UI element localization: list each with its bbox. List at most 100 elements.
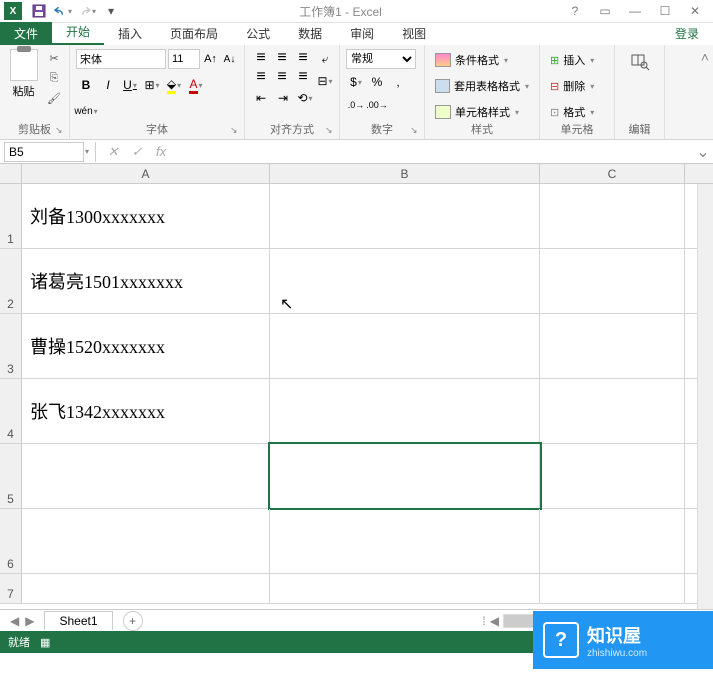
border-icon[interactable]: ⊞▾ bbox=[142, 75, 162, 95]
cell-a6[interactable] bbox=[22, 509, 270, 573]
cell-c5[interactable] bbox=[540, 444, 685, 508]
find-icon[interactable] bbox=[626, 49, 654, 73]
tab-formulas[interactable]: 公式 bbox=[232, 22, 284, 45]
hscroll-left-icon[interactable]: ◀ bbox=[490, 614, 499, 628]
font-name-select[interactable] bbox=[76, 49, 166, 69]
name-box-dropdown-icon[interactable]: ▾ bbox=[85, 147, 89, 156]
cancel-formula-icon[interactable]: ✕ bbox=[102, 142, 124, 162]
name-box[interactable]: B5 bbox=[4, 142, 84, 162]
row-header[interactable]: 4 bbox=[0, 379, 22, 443]
increase-decimal-icon[interactable]: .0→ bbox=[346, 95, 366, 115]
tab-data[interactable]: 数据 bbox=[284, 22, 336, 45]
cell-b5[interactable] bbox=[270, 444, 540, 508]
cell-b6[interactable] bbox=[270, 509, 540, 573]
cell-a2[interactable]: 诸葛亮1501xxxxxxx bbox=[22, 249, 270, 313]
cell-a7[interactable] bbox=[22, 574, 270, 603]
sheet-nav-prev-icon[interactable]: ◀ bbox=[10, 614, 19, 628]
cell-b3[interactable] bbox=[270, 314, 540, 378]
save-icon[interactable] bbox=[30, 2, 48, 20]
cell-a5[interactable] bbox=[22, 444, 270, 508]
row-header[interactable]: 7 bbox=[0, 574, 22, 603]
font-color-icon[interactable]: A▾ bbox=[186, 75, 206, 95]
sheet-tab-1[interactable]: Sheet1 bbox=[44, 611, 112, 630]
font-launcher-icon[interactable]: ↘ bbox=[230, 125, 240, 135]
align-right-icon[interactable]: ≡ bbox=[293, 68, 313, 86]
cell-b7[interactable] bbox=[270, 574, 540, 603]
decrease-decimal-icon[interactable]: .00→ bbox=[367, 95, 387, 115]
row-header[interactable]: 6 bbox=[0, 509, 22, 573]
currency-icon[interactable]: $▾ bbox=[346, 72, 366, 92]
tab-view[interactable]: 视图 bbox=[388, 22, 440, 45]
align-center-icon[interactable]: ≡ bbox=[272, 68, 292, 86]
clipboard-launcher-icon[interactable]: ↘ bbox=[55, 125, 65, 135]
vertical-scrollbar[interactable] bbox=[697, 184, 713, 609]
cell-style-button[interactable]: 单元格样式▾ bbox=[431, 101, 533, 123]
align-middle-icon[interactable]: ≡ bbox=[272, 49, 292, 67]
ribbon-options-icon[interactable]: ▭ bbox=[591, 1, 619, 21]
cell-c1[interactable] bbox=[540, 184, 685, 248]
tab-file[interactable]: 文件 bbox=[0, 22, 52, 45]
cell-c6[interactable] bbox=[540, 509, 685, 573]
orientation-icon[interactable]: ⟲▾ bbox=[295, 88, 315, 108]
cell-c3[interactable] bbox=[540, 314, 685, 378]
decrease-indent-icon[interactable]: ⇤ bbox=[251, 88, 271, 108]
qat-customize-icon[interactable]: ▾ bbox=[102, 2, 120, 20]
phonetic-icon[interactable]: wén▾ bbox=[76, 101, 96, 121]
align-launcher-icon[interactable]: ↘ bbox=[325, 125, 335, 135]
macro-record-icon[interactable]: ▦ bbox=[40, 636, 50, 649]
add-sheet-icon[interactable]: + bbox=[123, 611, 143, 631]
merge-icon[interactable]: ⊟▾ bbox=[315, 71, 335, 91]
col-header-b[interactable]: B bbox=[270, 164, 540, 183]
table-format-button[interactable]: 套用表格格式▾ bbox=[431, 75, 533, 97]
cell-c7[interactable] bbox=[540, 574, 685, 603]
minimize-icon[interactable]: — bbox=[621, 1, 649, 21]
delete-cells-button[interactable]: ⊟删除▾ bbox=[546, 75, 608, 97]
cell-b1[interactable] bbox=[270, 184, 540, 248]
percent-icon[interactable]: % bbox=[367, 72, 387, 92]
number-format-select[interactable]: 常规 bbox=[346, 49, 416, 69]
comma-icon[interactable]: , bbox=[388, 72, 408, 92]
cell-b4[interactable] bbox=[270, 379, 540, 443]
format-painter-icon[interactable]: 🖌 bbox=[45, 89, 63, 107]
maximize-icon[interactable]: ☐ bbox=[651, 1, 679, 21]
redo-icon[interactable]: ▾ bbox=[78, 2, 96, 20]
conditional-format-button[interactable]: 条件格式▾ bbox=[431, 49, 533, 71]
tab-insert[interactable]: 插入 bbox=[104, 22, 156, 45]
tab-review[interactable]: 审阅 bbox=[336, 22, 388, 45]
cell-b2[interactable] bbox=[270, 249, 540, 313]
fill-color-icon[interactable]: ⬙▾ bbox=[164, 75, 184, 95]
accept-formula-icon[interactable]: ✓ bbox=[126, 142, 148, 162]
cell-c4[interactable] bbox=[540, 379, 685, 443]
row-header[interactable]: 5 bbox=[0, 444, 22, 508]
tab-home[interactable]: 开始 bbox=[52, 20, 104, 45]
close-icon[interactable]: ✕ bbox=[681, 1, 709, 21]
cell-a4[interactable]: 张飞1342xxxxxxx bbox=[22, 379, 270, 443]
increase-indent-icon[interactable]: ⇥ bbox=[273, 88, 293, 108]
sheet-nav-next-icon[interactable]: ▶ bbox=[25, 614, 34, 628]
font-size-select[interactable] bbox=[168, 49, 200, 69]
col-header-a[interactable]: A bbox=[22, 164, 270, 183]
formula-input[interactable] bbox=[178, 142, 693, 162]
align-top-icon[interactable]: ≡ bbox=[251, 49, 271, 67]
align-left-icon[interactable]: ≡ bbox=[251, 68, 271, 86]
cell-a3[interactable]: 曹操1520xxxxxxx bbox=[22, 314, 270, 378]
italic-button[interactable]: I bbox=[98, 75, 118, 95]
copy-icon[interactable]: ⎘ bbox=[45, 69, 63, 87]
insert-cells-button[interactable]: ⊞插入▾ bbox=[546, 49, 608, 71]
collapse-ribbon-icon[interactable]: ˄ bbox=[697, 45, 713, 139]
underline-button[interactable]: U▾ bbox=[120, 75, 140, 95]
format-cells-button[interactable]: ⊡格式▾ bbox=[546, 101, 608, 123]
select-all-corner[interactable] bbox=[0, 164, 22, 183]
undo-icon[interactable]: ▾ bbox=[54, 2, 72, 20]
wrap-text-icon[interactable]: ⤶ bbox=[315, 49, 335, 69]
number-launcher-icon[interactable]: ↘ bbox=[410, 125, 420, 135]
cut-icon[interactable]: ✂ bbox=[45, 49, 63, 67]
fx-icon[interactable]: fx bbox=[150, 142, 172, 162]
col-header-c[interactable]: C bbox=[540, 164, 685, 183]
row-header[interactable]: 2 bbox=[0, 249, 22, 313]
tab-layout[interactable]: 页面布局 bbox=[156, 22, 232, 45]
row-header[interactable]: 3 bbox=[0, 314, 22, 378]
align-bottom-icon[interactable]: ≡ bbox=[293, 49, 313, 67]
cell-c2[interactable] bbox=[540, 249, 685, 313]
increase-font-icon[interactable]: A↑ bbox=[202, 49, 219, 69]
